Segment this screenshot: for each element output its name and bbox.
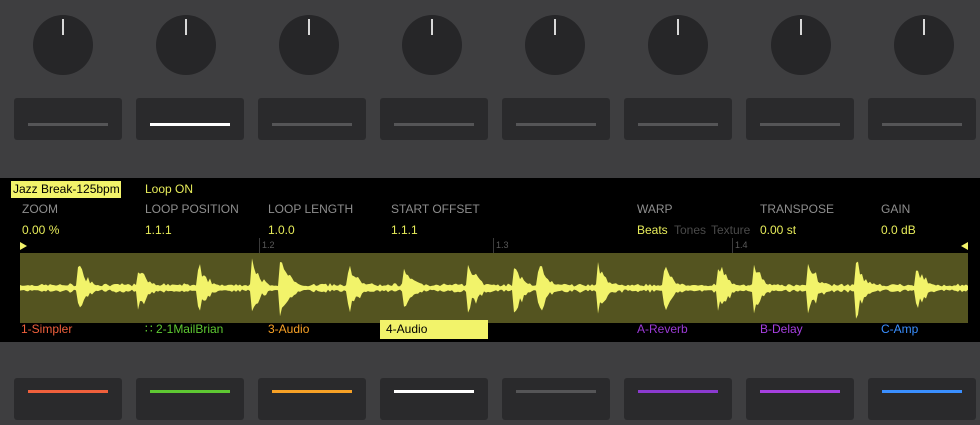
pad-indicator [882,390,962,393]
track-4-audio-selected[interactable]: 4-Audio [380,320,488,339]
param-label-zoom: ZOOM [22,202,58,216]
marker-line [732,238,733,253]
waveform-area[interactable] [20,253,968,323]
param-label-loop-position: LOOP POSITION [145,202,239,216]
clip-name: Jazz Break-125bpm [11,181,121,198]
pad-indicator [28,123,108,126]
marker-line [493,238,494,253]
marker-1-2: 1.2 [262,240,275,250]
encoder-knob-1[interactable] [33,15,93,75]
lower-pad-8[interactable] [868,378,976,420]
lower-pad-3[interactable] [258,378,366,420]
param-value-gain: 0.0 dB [881,223,916,237]
param-label-loop-length: LOOP LENGTH [268,202,354,216]
waveform-shape [20,258,968,319]
pad-indicator [638,390,718,393]
param-value-loop-length: 1.0.0 [268,223,295,237]
param-value-loop-position: 1.1.1 [145,223,172,237]
lower-pad-4[interactable] [380,378,488,420]
track-2-1mailbrian[interactable]: ∷ 2-1MailBrian [145,320,255,339]
pad-indicator [150,123,230,126]
track-label: 2-1MailBrian [155,322,224,336]
track-a-reverb[interactable]: A-Reverb [637,320,688,339]
param-value-zoom: 0.00 % [22,223,60,237]
warp-mode-selected: Beats [637,223,668,237]
param-value-transpose: 0.00 st [760,223,797,237]
upper-pad-1[interactable] [14,98,122,140]
loop-state: Loop ON [145,182,194,196]
param-label-transpose: TRANSPOSE [760,202,835,216]
lower-pad-7[interactable] [746,378,854,420]
encoder-knob-6[interactable] [648,15,708,75]
pad-indicator [394,123,474,126]
pad-indicator [394,390,474,393]
upper-pad-3[interactable] [258,98,366,140]
pad-indicator [150,390,230,393]
pad-indicator [882,123,962,126]
lower-pad-1[interactable] [14,378,122,420]
waveform [20,258,968,319]
encoder-knob-4[interactable] [402,15,462,75]
track-1-simpler[interactable]: 1-Simpler [21,320,72,339]
lower-pad-2[interactable] [136,378,244,420]
marker-1-4: 1.4 [735,240,748,250]
lower-pad-6[interactable] [624,378,732,420]
param-label-start-offset: START OFFSET [391,202,480,216]
loop-start-flag-icon[interactable] [20,242,30,252]
grid-dots-icon: ∷ [145,322,156,336]
pad-indicator [516,390,596,393]
marker-1-3: 1.3 [496,240,509,250]
push-display: Jazz Break-125bpm Loop ON ZOOM 0.00 % LO… [0,178,980,342]
pad-indicator [272,390,352,393]
lower-pad-5[interactable] [502,378,610,420]
encoder-knob-7[interactable] [771,15,831,75]
track-3-audio[interactable]: 3-Audio [268,320,309,339]
param-value-start-offset: 1.1.1 [391,223,418,237]
loop-end-flag-icon[interactable] [960,242,970,252]
pad-indicator [272,123,352,126]
pad-indicator [28,390,108,393]
marker-line [259,238,260,253]
pad-indicator [760,390,840,393]
track-b-delay[interactable]: B-Delay [760,320,803,339]
upper-pad-7[interactable] [746,98,854,140]
track-c-amp[interactable]: C-Amp [881,320,918,339]
pad-indicator [638,123,718,126]
warp-mode-option-texture: Texture [711,223,751,237]
param-label-gain: GAIN [881,202,911,216]
encoder-knob-3[interactable] [279,15,339,75]
warp-mode-option-tones: Tones [674,223,707,237]
pad-indicator [760,123,840,126]
encoder-knob-8[interactable] [894,15,954,75]
pad-indicator [516,123,596,126]
param-label-warp: WARP [637,202,673,216]
encoder-knob-2[interactable] [156,15,216,75]
upper-pad-2[interactable] [136,98,244,140]
encoder-knob-5[interactable] [525,15,585,75]
upper-pad-4[interactable] [380,98,488,140]
upper-pad-8[interactable] [868,98,976,140]
upper-pad-5[interactable] [502,98,610,140]
upper-pad-6[interactable] [624,98,732,140]
